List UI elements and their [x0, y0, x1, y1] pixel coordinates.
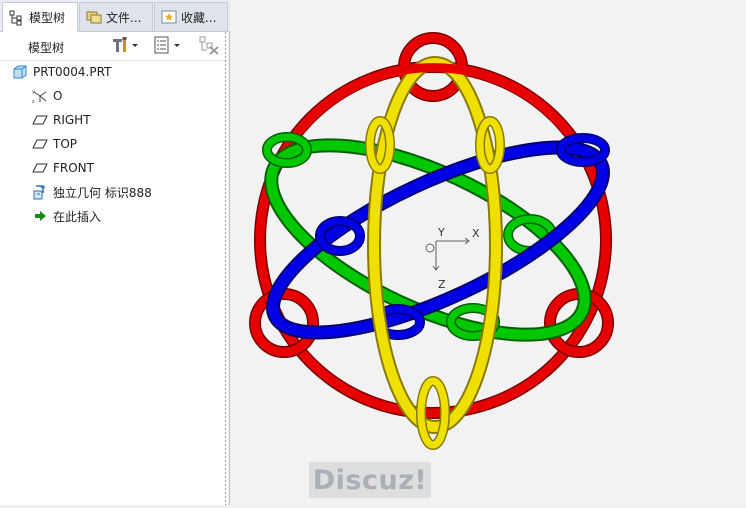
- settings-button[interactable]: [110, 36, 140, 56]
- filter-button[interactable]: [198, 36, 220, 56]
- tree-root-item[interactable]: PRT0004.PRT: [12, 62, 111, 82]
- tools-icon: [110, 35, 130, 58]
- tree-item-label: FRONT: [53, 161, 94, 175]
- csys-z-label: Z: [438, 278, 446, 291]
- tree-item-insert-here[interactable]: 在此插入: [32, 206, 101, 226]
- tree-item-label: 在此插入: [53, 209, 102, 224]
- csys-y-label: Y: [437, 226, 445, 239]
- datum-plane-icon: [32, 160, 48, 176]
- tree-item-label: TOP: [53, 137, 78, 151]
- datum-plane-icon: [32, 136, 48, 152]
- csys-x-label: X: [472, 227, 480, 240]
- tree-item-right[interactable]: RIGHT: [32, 110, 91, 130]
- tab-model-tree[interactable]: 模型树: [2, 2, 78, 32]
- tree-item-label: 独立几何 标识888: [53, 185, 152, 200]
- insert-here-arrow-icon: [32, 208, 48, 224]
- tree-item-front[interactable]: FRONT: [32, 158, 94, 178]
- independent-geometry-icon: [32, 184, 48, 200]
- model-tree-title: 模型树: [28, 41, 65, 55]
- tab-label: 收藏...: [181, 10, 217, 25]
- folders-icon: [86, 9, 102, 25]
- tree-icon: [9, 10, 25, 26]
- csys-icon: yz: [32, 88, 48, 105]
- graphics-viewport[interactable]: Y X Z: [231, 0, 746, 505]
- model-tree-toolbar: 模型树: [0, 32, 229, 61]
- tree-scrollbar[interactable]: [223, 32, 228, 505]
- tree-item-label: RIGHT: [53, 113, 91, 127]
- chevron-down-icon: [130, 35, 140, 58]
- svg-text:y: y: [32, 89, 35, 95]
- model-tree-panel: 模型树 文件... 收藏... 模型树 PRT0004.PRT y z O RI…: [0, 0, 230, 505]
- filter-icon: [198, 35, 220, 58]
- tab-label: 文件...: [106, 10, 142, 25]
- tree-root-label: PRT0004.PRT: [33, 65, 112, 79]
- tab-folder-browser[interactable]: 文件...: [79, 2, 153, 31]
- tree-item-csys[interactable]: yz O: [32, 86, 62, 106]
- tree-item-independent-geometry[interactable]: 独立几何 标识888: [32, 182, 152, 202]
- chevron-down-icon: [172, 35, 182, 58]
- yellow-ring: [365, 56, 505, 450]
- watermark-logo: Discuz!: [309, 462, 431, 498]
- favorites-icon: [161, 9, 177, 25]
- navigator-tabs: 模型树 文件... 收藏...: [0, 0, 230, 32]
- tree-item-label: O: [53, 89, 63, 103]
- tab-label: 模型树: [29, 11, 66, 25]
- show-button[interactable]: [152, 36, 182, 56]
- csys-marker: [425, 237, 470, 271]
- datum-plane-icon: [32, 112, 48, 128]
- list-icon: [152, 35, 172, 58]
- tree-item-top[interactable]: TOP: [32, 134, 77, 154]
- svg-text:z: z: [32, 99, 35, 104]
- tab-favorites[interactable]: 收藏...: [154, 2, 228, 31]
- rings-model[interactable]: Y X Z: [231, 0, 746, 505]
- part-icon: [12, 64, 28, 80]
